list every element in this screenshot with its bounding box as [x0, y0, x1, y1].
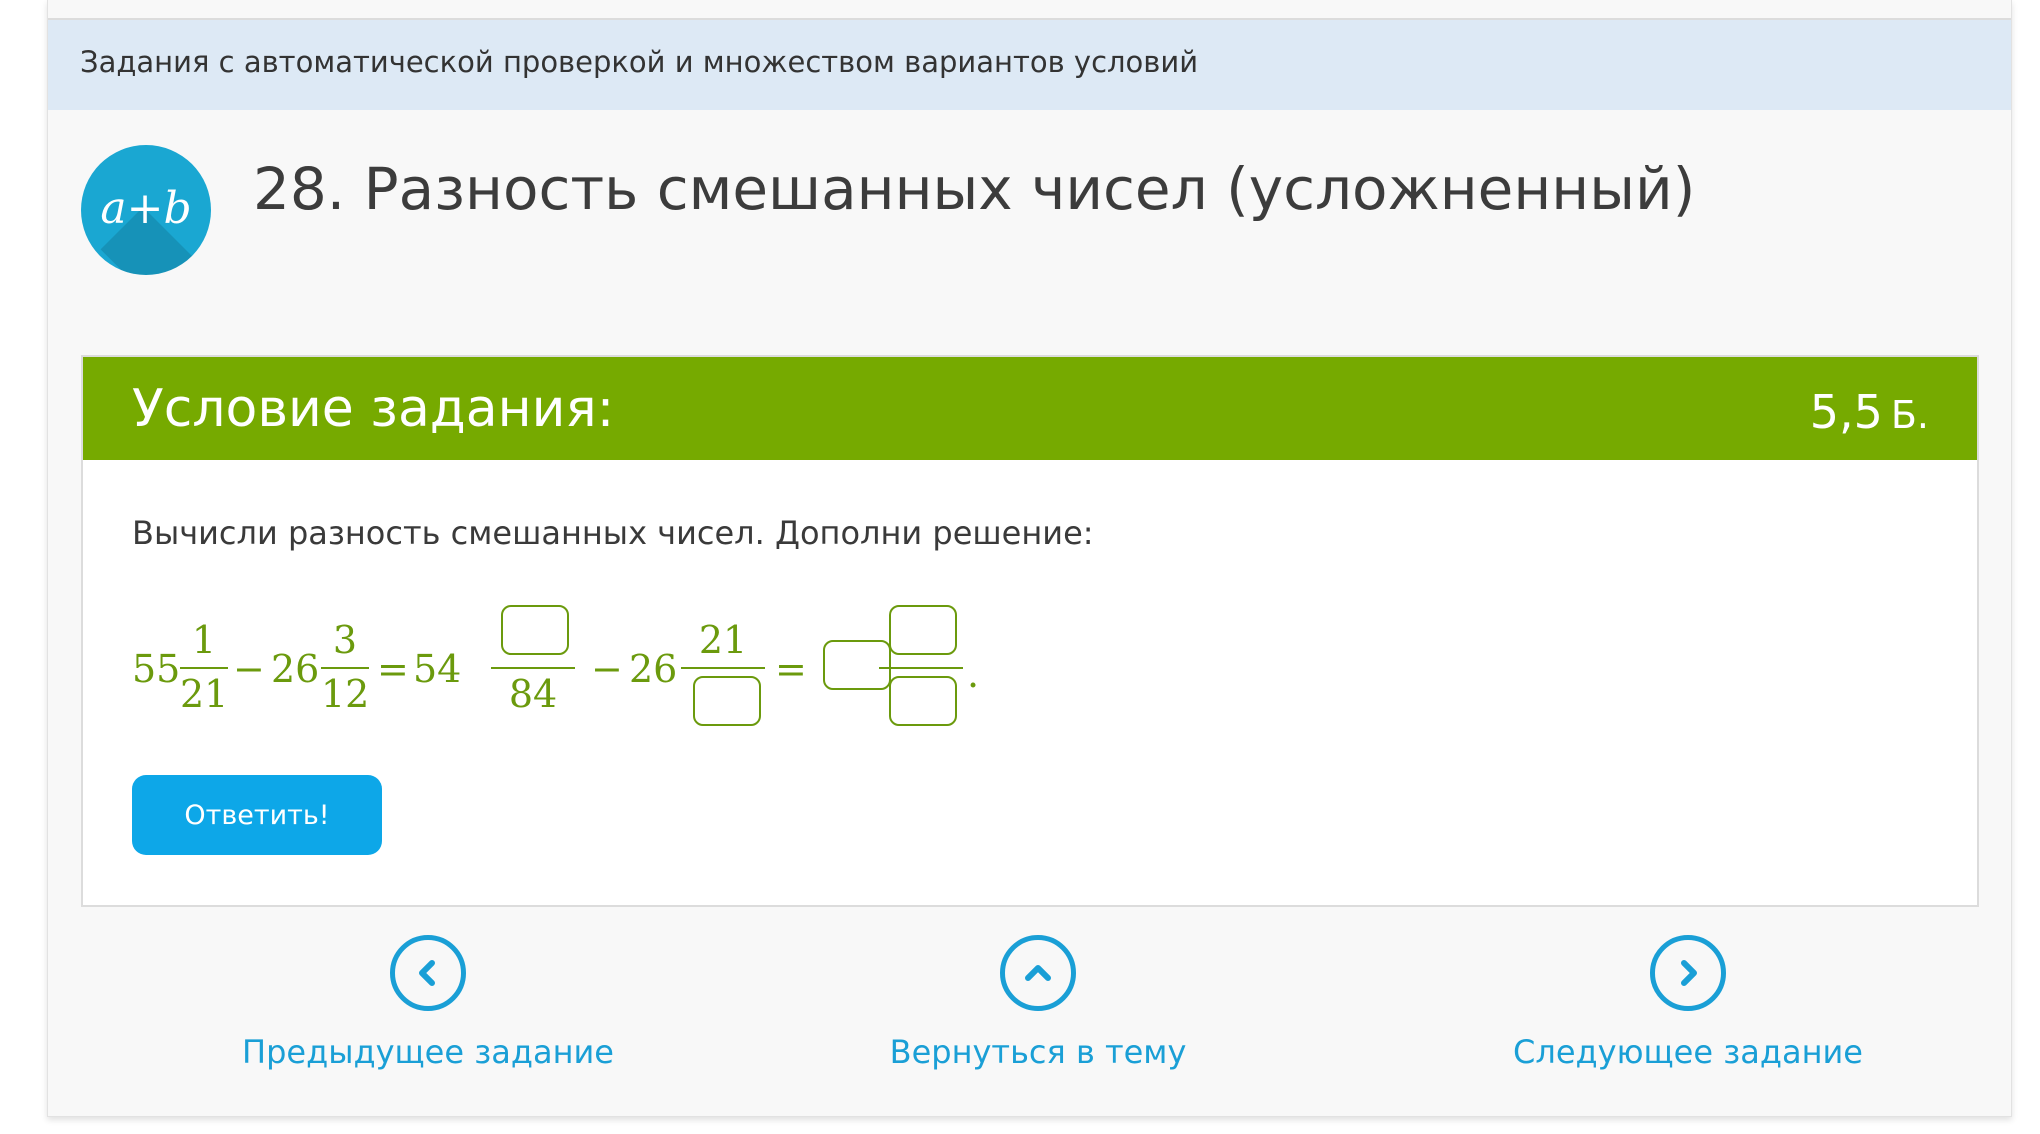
avatar-label: a+b: [100, 183, 192, 234]
term1-fraction-bar: [180, 667, 228, 669]
equals-sign-1: =: [377, 647, 409, 691]
chevron-right-icon[interactable]: [1650, 935, 1726, 1011]
step-whole-1: 54: [413, 647, 462, 691]
answer-button[interactable]: Ответить!: [132, 775, 382, 855]
term2-fraction-bar: [321, 667, 369, 669]
step-denominator-input-2[interactable]: [693, 676, 761, 726]
minus-sign-2: −: [591, 647, 623, 691]
result-whole-input[interactable]: [823, 640, 891, 690]
task-panel: Условие задания: 5,5 Б. Вычисли разность …: [81, 355, 1979, 907]
step-numerator-2: 21: [698, 618, 748, 662]
result-fraction-bar: [879, 667, 963, 669]
next-task-label[interactable]: Следующее задание: [1438, 1033, 1938, 1071]
term1-denominator: 21: [180, 672, 229, 716]
equals-sign-2: =: [775, 647, 807, 691]
category-banner: Задания с автоматической проверкой и мно…: [48, 20, 2011, 110]
result-denominator-input[interactable]: [889, 676, 957, 726]
back-to-topic-label[interactable]: Вернуться в тему: [788, 1033, 1288, 1071]
step-fraction-bar-2: [681, 667, 765, 669]
result-numerator-input[interactable]: [889, 605, 957, 655]
page-title: 28. Разность смешанных чисел (усложненны…: [253, 155, 1696, 223]
term1-whole: 55: [132, 647, 181, 691]
step-fraction-bar-1: [491, 667, 575, 669]
task-card: Задания с автоматической проверкой и мно…: [47, 0, 2012, 1117]
term2-denominator: 12: [321, 672, 370, 716]
chevron-left-icon[interactable]: [390, 935, 466, 1011]
term2-numerator: 3: [332, 618, 358, 662]
step-numerator-input-1[interactable]: [501, 605, 569, 655]
back-to-topic-link[interactable]: Вернуться в тему: [788, 935, 1288, 1071]
chevron-up-icon[interactable]: [1000, 935, 1076, 1011]
expression-period: .: [967, 652, 980, 696]
step-denominator-1: 84: [508, 672, 558, 716]
minus-sign-1: −: [233, 647, 265, 691]
term2-whole: 26: [271, 647, 320, 691]
step-whole-2: 26: [629, 647, 678, 691]
prev-task-label[interactable]: Предыдущее задание: [178, 1033, 678, 1071]
prev-task-link[interactable]: Предыдущее задание: [178, 935, 678, 1071]
category-label: Задания с автоматической проверкой и мно…: [80, 45, 1199, 79]
next-task-link[interactable]: Следующее задание: [1438, 935, 1938, 1071]
topic-avatar: a+b: [81, 145, 211, 275]
term1-numerator: 1: [191, 618, 217, 662]
